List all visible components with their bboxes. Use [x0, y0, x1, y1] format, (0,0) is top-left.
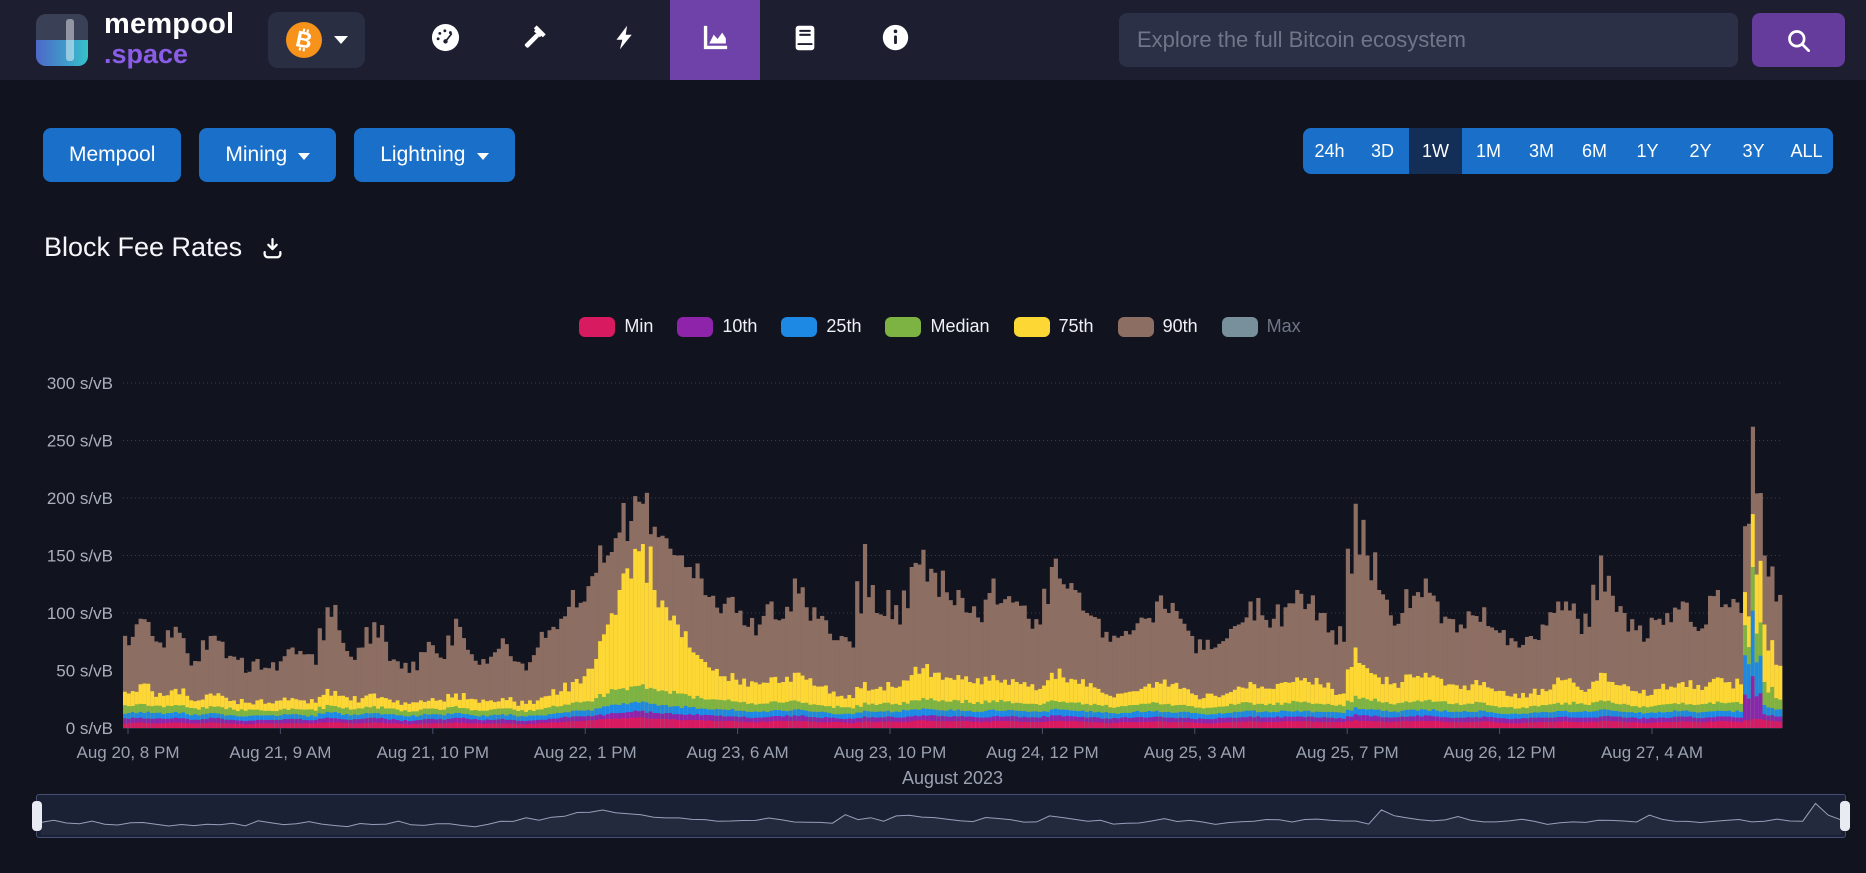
- range-24h[interactable]: 24h: [1303, 128, 1356, 174]
- search-input[interactable]: [1119, 13, 1738, 67]
- x-axis-tick-label: Aug 20, 8 PM: [76, 743, 179, 762]
- x-axis-tick-label: Aug 25, 7 PM: [1296, 743, 1399, 762]
- mempool-logo[interactable]: [36, 14, 88, 66]
- mempool-button[interactable]: Mempool: [43, 128, 181, 182]
- brand[interactable]: mempool .space: [104, 10, 234, 68]
- dashboard-icon: [430, 22, 461, 58]
- caret-down-icon: [477, 153, 489, 160]
- datazoom-left-handle[interactable]: [32, 801, 42, 831]
- nav-item-docs[interactable]: [760, 0, 850, 80]
- button-label: Mining: [225, 143, 287, 167]
- range-3d[interactable]: 3D: [1356, 128, 1409, 174]
- caret-down-icon: [334, 36, 348, 44]
- range-all[interactable]: ALL: [1780, 128, 1833, 174]
- x-axis-tick-label: Aug 22, 1 PM: [534, 743, 637, 762]
- range-1y[interactable]: 1Y: [1621, 128, 1674, 174]
- caret-down-icon: [298, 153, 310, 160]
- nav-item-graphs[interactable]: [670, 0, 760, 80]
- x-axis-tick-label: Aug 25, 3 AM: [1144, 743, 1246, 762]
- graphs-icon: [700, 22, 731, 58]
- x-axis-tick-label: Aug 24, 12 PM: [986, 743, 1098, 762]
- range-1m[interactable]: 1M: [1462, 128, 1515, 174]
- y-axis-tick-label: 100 s/vB: [47, 604, 113, 623]
- nav-item-mining[interactable]: [490, 0, 580, 80]
- docs-icon: [791, 23, 819, 58]
- mining-button[interactable]: Mining: [199, 128, 336, 182]
- button-label: Mempool: [69, 143, 155, 167]
- y-axis-tick-label: 0 s/vB: [66, 719, 113, 738]
- range-3m[interactable]: 3M: [1515, 128, 1568, 174]
- range-1w[interactable]: 1W: [1409, 128, 1462, 174]
- time-range-selector: 24h3D1W1M3M6M1Y2Y3YALL: [1303, 128, 1833, 174]
- button-label: Lightning: [380, 143, 465, 167]
- block-fee-rates-chart[interactable]: 0 s/vB 50 s/vB 100 s/vB 150 s/vB 200 s/vB 250…: [0, 300, 1866, 795]
- y-axis-tick-label: 150 s/vB: [47, 547, 113, 566]
- x-axis-tick-label: Aug 26, 12 PM: [1443, 743, 1555, 762]
- x-axis-tick-label: Aug 21, 10 PM: [377, 743, 489, 762]
- bitcoin-icon: B: [286, 22, 322, 58]
- nav-item-dashboard[interactable]: [400, 0, 490, 80]
- currency-dropdown-button[interactable]: B: [268, 12, 365, 68]
- y-axis-tick-label: 50 s/vB: [56, 662, 113, 681]
- title-row: Block Fee Rates: [44, 228, 287, 266]
- nav-icon-menu: [400, 0, 940, 80]
- toolbar: Mempool Mining Lightning 24h3D1W1M3M6M1Y2Y…: [0, 128, 1866, 184]
- mempool-graphs-page: { "navbar": { "brand": { "line1": "mempo…: [0, 0, 1866, 873]
- search-form: [1119, 13, 1738, 67]
- range-3y[interactable]: 3Y: [1727, 128, 1780, 174]
- x-axis-tick-label: Aug 23, 10 PM: [834, 743, 946, 762]
- nav-item-about[interactable]: [850, 0, 940, 80]
- page-title: Block Fee Rates: [44, 232, 242, 263]
- navbar: mempool .space B: [0, 0, 1866, 80]
- y-axis-tick-label: 300 s/vB: [47, 374, 113, 393]
- range-6m[interactable]: 6M: [1568, 128, 1621, 174]
- y-axis-tick-label: 200 s/vB: [47, 489, 113, 508]
- x-axis-month-label: August 2023: [902, 768, 1003, 788]
- range-2y[interactable]: 2Y: [1674, 128, 1727, 174]
- about-icon: [881, 23, 910, 57]
- x-axis-tick-label: Aug 23, 6 AM: [687, 743, 789, 762]
- mempool-logo-icon: [36, 14, 88, 66]
- brand-line1: mempool: [104, 10, 234, 39]
- y-axis-tick-label: 250 s/vB: [47, 432, 113, 451]
- lightning-icon: [612, 22, 639, 58]
- section-buttons: Mempool Mining Lightning: [43, 128, 515, 182]
- datazoom-right-handle[interactable]: [1840, 801, 1850, 831]
- datazoom-sparkline: [37, 795, 1845, 837]
- mining-icon: [520, 22, 551, 58]
- download-icon: [260, 236, 285, 261]
- search-icon: [1785, 27, 1812, 54]
- search-button[interactable]: [1752, 13, 1845, 67]
- nav-item-lightning[interactable]: [580, 0, 670, 80]
- download-chart-button[interactable]: [258, 234, 287, 266]
- x-axis-tick-label: Aug 27, 4 AM: [1601, 743, 1703, 762]
- lightning-button[interactable]: Lightning: [354, 128, 514, 182]
- datazoom-slider[interactable]: [36, 794, 1846, 838]
- brand-line2: .space: [104, 41, 234, 68]
- x-axis-tick-label: Aug 21, 9 AM: [229, 743, 331, 762]
